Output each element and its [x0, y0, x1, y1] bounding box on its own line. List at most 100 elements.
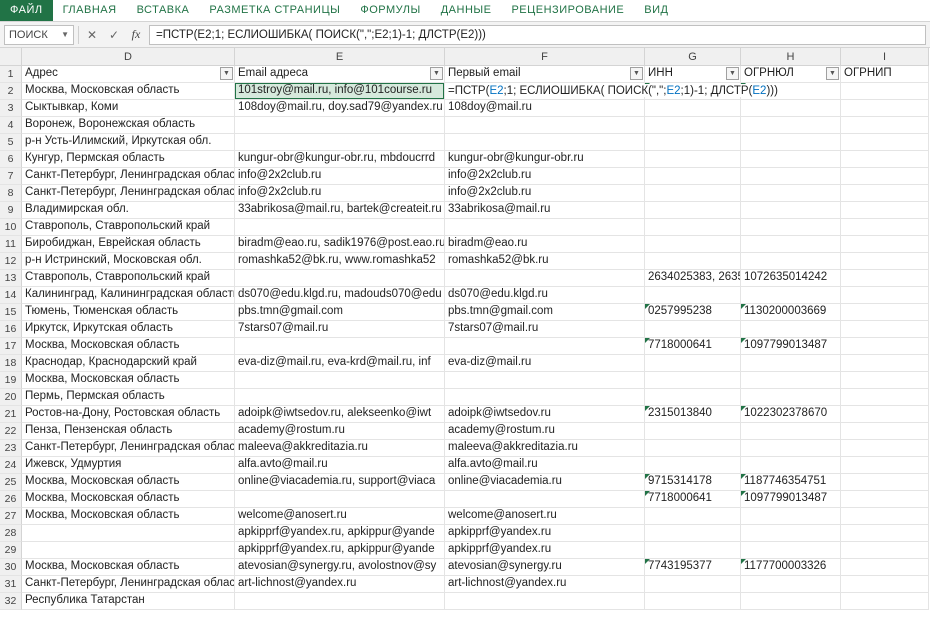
cell-G21[interactable]: 2315013840: [645, 406, 741, 423]
filter-button-G[interactable]: ▼: [726, 67, 739, 80]
cell-H10[interactable]: [741, 219, 841, 236]
column-header-F[interactable]: F: [445, 48, 645, 66]
row-header-16[interactable]: 16: [0, 321, 22, 338]
cell-F28[interactable]: apkipprf@yandex.ru: [445, 525, 645, 542]
cell-G17[interactable]: 7718000641: [645, 338, 741, 355]
row-header-25[interactable]: 25: [0, 474, 22, 491]
cell-I15[interactable]: [841, 304, 929, 321]
cell-E3[interactable]: 108doy@mail.ru, doy.sad79@yandex.ru: [235, 100, 445, 117]
cell-E30[interactable]: atevosian@synergy.ru, avolostnov@sy: [235, 559, 445, 576]
cell-G20[interactable]: [645, 389, 741, 406]
cell-F7[interactable]: info@2x2club.ru: [445, 168, 645, 185]
row-header-11[interactable]: 11: [0, 236, 22, 253]
cell-F23[interactable]: maleeva@akkreditazia.ru: [445, 440, 645, 457]
cell-E7[interactable]: info@2x2club.ru: [235, 168, 445, 185]
header-cell-D[interactable]: Адрес▼: [22, 66, 235, 83]
cell-I4[interactable]: [841, 117, 929, 134]
cell-D28[interactable]: [22, 525, 235, 542]
row-header-4[interactable]: 4: [0, 117, 22, 134]
ribbon-tab-pagelayout[interactable]: РАЗМЕТКА СТРАНИЦЫ: [199, 0, 350, 21]
cell-D18[interactable]: Краснодар, Краснодарский край: [22, 355, 235, 372]
formula-input[interactable]: =ПСТР(E2;1; ЕСЛИОШИБКА( ПОИСК(",";E2;1)-…: [149, 25, 926, 45]
cell-E28[interactable]: apkipprf@yandex.ru, apkippur@yande: [235, 525, 445, 542]
cell-D11[interactable]: Биробиджан, Еврейская область: [22, 236, 235, 253]
row-header-28[interactable]: 28: [0, 525, 22, 542]
cell-D16[interactable]: Иркутск, Иркутская область: [22, 321, 235, 338]
cell-D26[interactable]: Москва, Московская область: [22, 491, 235, 508]
cell-I2[interactable]: [841, 83, 929, 100]
header-cell-I[interactable]: ОГРНИП: [841, 66, 929, 83]
cell-G3[interactable]: [645, 100, 741, 117]
cell-F10[interactable]: [445, 219, 645, 236]
cell-I18[interactable]: [841, 355, 929, 372]
name-box[interactable]: ПОИСК ▼: [4, 25, 74, 45]
select-all-corner[interactable]: [0, 48, 22, 66]
row-header-7[interactable]: 7: [0, 168, 22, 185]
cell-E22[interactable]: academy@rostum.ru: [235, 423, 445, 440]
cell-E27[interactable]: welcome@anosert.ru: [235, 508, 445, 525]
cell-E8[interactable]: info@2x2club.ru: [235, 185, 445, 202]
cells-area[interactable]: Адрес▼Email адреса▼Первый email▼ИНН▼ОГРН…: [22, 66, 929, 610]
cell-I26[interactable]: [841, 491, 929, 508]
cell-G12[interactable]: [645, 253, 741, 270]
row-header-22[interactable]: 22: [0, 423, 22, 440]
cell-F11[interactable]: biradm@eao.ru: [445, 236, 645, 253]
cell-G14[interactable]: [645, 287, 741, 304]
cell-G11[interactable]: [645, 236, 741, 253]
cell-E19[interactable]: [235, 372, 445, 389]
cell-D6[interactable]: Кунгур, Пермская область: [22, 151, 235, 168]
row-header-9[interactable]: 9: [0, 202, 22, 219]
cell-H16[interactable]: [741, 321, 841, 338]
cell-H26[interactable]: 1097799013487: [741, 491, 841, 508]
column-header-E[interactable]: E: [235, 48, 445, 66]
cell-D7[interactable]: Санкт-Петербург, Ленинградская область: [22, 168, 235, 185]
row-header-32[interactable]: 32: [0, 593, 22, 610]
cell-G13[interactable]: 2634025383, 2635: [645, 270, 741, 287]
cell-F17[interactable]: [445, 338, 645, 355]
cell-I27[interactable]: [841, 508, 929, 525]
cell-I5[interactable]: [841, 134, 929, 151]
cell-D9[interactable]: Владимирская обл.: [22, 202, 235, 219]
cell-E24[interactable]: alfa.avto@mail.ru: [235, 457, 445, 474]
cell-F12[interactable]: romashka52@bk.ru: [445, 253, 645, 270]
cell-H13[interactable]: 1072635014242: [741, 270, 841, 287]
cell-E12[interactable]: romashka52@bk.ru, www.romashka52: [235, 253, 445, 270]
row-header-31[interactable]: 31: [0, 576, 22, 593]
cell-E23[interactable]: maleeva@akkreditazia.ru: [235, 440, 445, 457]
cell-D30[interactable]: Москва, Московская область: [22, 559, 235, 576]
ribbon-tab-view[interactable]: ВИД: [634, 0, 678, 21]
ribbon-tab-review[interactable]: РЕЦЕНЗИРОВАНИЕ: [501, 0, 634, 21]
cell-I30[interactable]: [841, 559, 929, 576]
cell-G27[interactable]: [645, 508, 741, 525]
cell-I14[interactable]: [841, 287, 929, 304]
cell-H21[interactable]: 1022302378670: [741, 406, 841, 423]
cell-E16[interactable]: 7stars07@mail.ru: [235, 321, 445, 338]
row-header-29[interactable]: 29: [0, 542, 22, 559]
cell-I32[interactable]: [841, 593, 929, 610]
cell-I8[interactable]: [841, 185, 929, 202]
cell-H9[interactable]: [741, 202, 841, 219]
cell-H20[interactable]: [741, 389, 841, 406]
cell-I17[interactable]: [841, 338, 929, 355]
cell-E18[interactable]: eva-diz@mail.ru, eva-krd@mail.ru, inf: [235, 355, 445, 372]
row-header-21[interactable]: 21: [0, 406, 22, 423]
cell-E25[interactable]: online@viacademia.ru, support@viaca: [235, 474, 445, 491]
cell-D17[interactable]: Москва, Московская область: [22, 338, 235, 355]
header-cell-G[interactable]: ИНН▼: [645, 66, 741, 83]
cell-I22[interactable]: [841, 423, 929, 440]
cell-H7[interactable]: [741, 168, 841, 185]
row-header-20[interactable]: 20: [0, 389, 22, 406]
cell-F3[interactable]: 108doy@mail.ru: [445, 100, 645, 117]
header-cell-H[interactable]: ОГРНЮЛ▼: [741, 66, 841, 83]
filter-button-E[interactable]: ▼: [430, 67, 443, 80]
ribbon-tab-data[interactable]: ДАННЫЕ: [431, 0, 502, 21]
cell-F15[interactable]: pbs.tmn@gmail.com: [445, 304, 645, 321]
cell-H11[interactable]: [741, 236, 841, 253]
cell-I24[interactable]: [841, 457, 929, 474]
cell-I21[interactable]: [841, 406, 929, 423]
cell-H25[interactable]: 1187746354751: [741, 474, 841, 491]
cell-F21[interactable]: adoipk@iwtsedov.ru: [445, 406, 645, 423]
cell-H14[interactable]: [741, 287, 841, 304]
cell-E15[interactable]: pbs.tmn@gmail.com: [235, 304, 445, 321]
cell-F16[interactable]: 7stars07@mail.ru: [445, 321, 645, 338]
